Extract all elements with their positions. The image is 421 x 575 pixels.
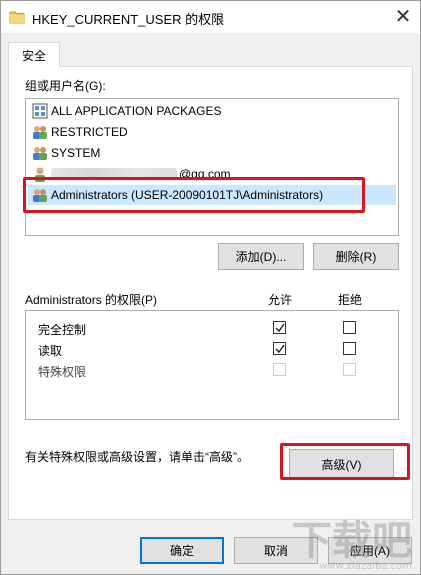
perm-name: 读取 [38,344,63,358]
close-button[interactable]: ✕ [386,1,420,31]
perm-name: 特殊权限 [38,365,87,379]
allow-checkbox [273,363,286,376]
app-packages-icon [32,103,48,119]
perm-row-read: 读取 [26,339,398,359]
permissions-dialog: HKEY_CURRENT_USER 的权限 ✕ 安全 组或用户名(G): ALL… [0,0,421,575]
remove-button[interactable]: 删除(R) [313,243,399,270]
group-icon [33,189,47,202]
user-name: @qq.com [179,167,231,181]
permissions-list: 完全控制 读取 特殊权限 [25,310,399,420]
group-user-label: 组或用户名(G): [25,79,106,93]
advanced-hint-text: 有关特殊权限或高级设置，请单击“高级”。 [25,450,249,464]
advanced-button[interactable]: 高级(V) [289,449,394,479]
apply-button[interactable]: 应用(A) [328,537,412,564]
list-item-all-application-packages[interactable]: ALL APPLICATION PACKAGES [28,101,396,121]
deny-column-header: 拒绝 [338,293,363,307]
allow-checkbox[interactable] [273,321,286,334]
window-title: HKEY_CURRENT_USER 的权限 [32,12,225,27]
group-icon [33,147,47,160]
list-item-restricted[interactable]: RESTRICTED [28,122,396,142]
title-bar: HKEY_CURRENT_USER 的权限 ✕ [1,1,420,33]
user-name: ALL APPLICATION PACKAGES [51,104,222,118]
obscured-name-blur [51,168,177,180]
list-item-administrators[interactable]: Administrators (USER-20090101TJ\Administ… [28,185,396,205]
checkmark-icon [275,323,285,332]
cancel-button[interactable]: 取消 [234,537,318,564]
checkmark-icon [275,344,285,353]
deny-checkbox [343,363,356,376]
group-icon [33,126,47,139]
user-list[interactable]: ALL APPLICATION PACKAGES RESTRICTED SYST… [25,98,399,236]
ok-button[interactable]: 确定 [140,537,224,564]
perm-row-special: 特殊权限 [26,360,398,380]
add-button[interactable]: 添加(D)... [218,243,304,270]
tab-security[interactable]: 安全 [8,42,60,67]
list-item-qq-user[interactable]: @qq.com [28,164,396,184]
folder-icon [9,11,25,24]
permissions-label: Administrators 的权限(P) [25,293,158,307]
security-tab-panel: 组或用户名(G): ALL APPLICATION PACKAGES RESTR… [8,66,413,520]
allow-column-header: 允许 [268,293,293,307]
deny-checkbox[interactable] [343,321,356,334]
list-item-system[interactable]: SYSTEM [28,143,396,163]
perm-name: 完全控制 [38,323,87,337]
user-name: SYSTEM [51,146,101,160]
user-icon [35,167,45,182]
deny-checkbox[interactable] [343,342,356,355]
perm-row-full-control: 完全控制 [26,318,398,338]
allow-checkbox[interactable] [273,342,286,355]
user-name: RESTRICTED [51,125,128,139]
user-name: Administrators (USER-20090101TJ\Administ… [51,188,324,202]
